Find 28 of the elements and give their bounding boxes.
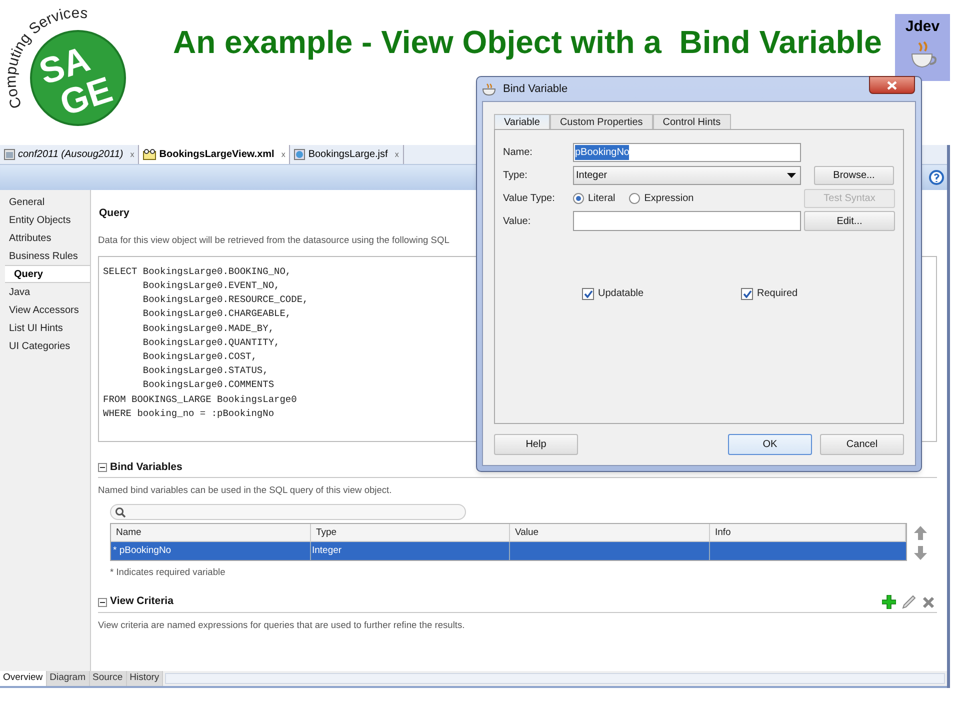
section-heading: Bind Variables: [110, 460, 182, 475]
code-line: WHERE booking_no = :pBookingNo: [103, 406, 274, 421]
description-text: Named bind variables can be used in the SQL query of this view object.: [98, 484, 393, 498]
slide-title: An example - View Object with a Bind Variable: [173, 23, 882, 62]
note-text: * Indicates required variable: [110, 566, 226, 580]
description-text: Data for this view object will be retrieved from the datasource using the following SQL: [98, 234, 450, 247]
code-line: BookingsLarge0.CHARGEABLE,: [142, 307, 292, 322]
code-line: BookingsLarge0.COMMENTS: [142, 378, 274, 392]
badge-label: Jdev: [905, 18, 940, 36]
code-line: SELECT BookingsLarge0.BOOKING_NO,: [103, 264, 292, 279]
table-cell: Integer: [311, 542, 510, 560]
dialog-title: Bind Variable: [503, 82, 568, 97]
code-line: BookingsLarge0.MADE_BY,: [142, 322, 274, 336]
code-line: BookingsLarge0.COST,: [142, 350, 257, 364]
code-line: BookingsLarge0.EVENT_NO,: [142, 278, 280, 293]
section-heading: Query: [98, 206, 130, 221]
description-text: View criteria are named expressions for queries that are used to further refine the results.: [98, 619, 466, 632]
field-value: pBookingNo: [575, 145, 630, 160]
code-line: BookingsLarge0.QUANTITY,: [142, 336, 280, 350]
code-line: BookingsLarge0.RESOURCE_CODE,: [142, 293, 308, 308]
code-line: FROM BOOKINGS_LARGE BookingsLarge0: [103, 392, 297, 407]
field-label: Type:: [503, 169, 528, 183]
field-label: Value:: [503, 214, 532, 228]
code-line: BookingsLarge0.STATUS,: [142, 364, 268, 378]
field-label: Value Type:: [503, 192, 556, 206]
field-label: Name:: [503, 146, 534, 160]
table-cell: * pBookingNo: [111, 542, 311, 560]
section-heading: View Criteria: [110, 594, 174, 610]
